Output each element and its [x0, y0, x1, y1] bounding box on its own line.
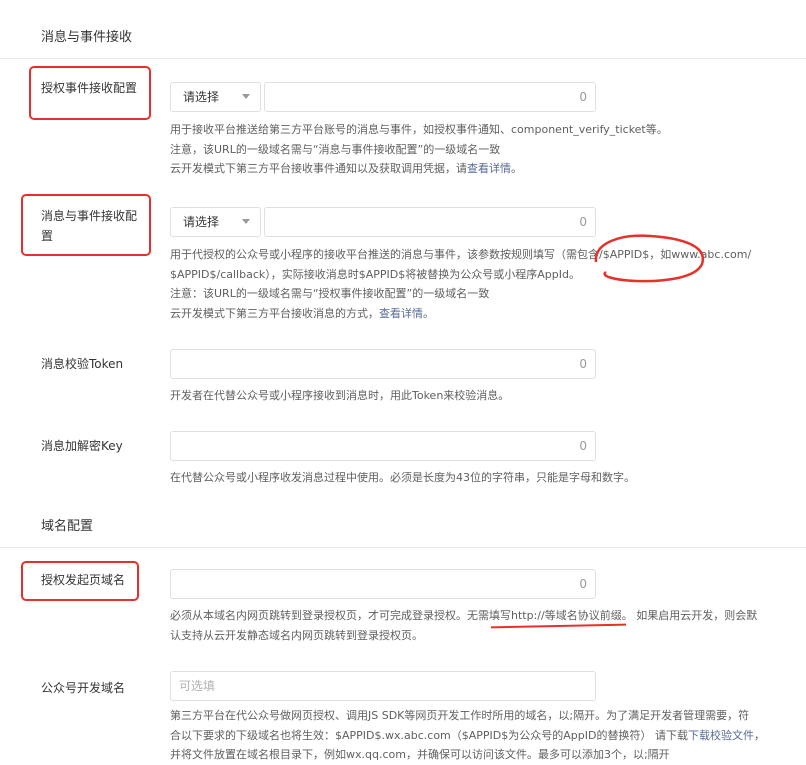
msg-event-protocol-select[interactable]: 请选择 — [170, 207, 261, 237]
view-details-link[interactable]: 查看详情 — [379, 307, 423, 320]
auth-event-help: 用于接收平台推送给第三方平台账号的消息与事件，如授权事件通知、component… — [170, 123, 668, 175]
mp-domain-label: 公众号开发域名 — [41, 681, 126, 695]
token-label: 消息校验Token — [41, 357, 124, 371]
mp-domain-help: 第三方平台在代公众号做网页授权、调用JS SDK等网页开发工作时所用的域名，以;… — [170, 709, 765, 761]
chevron-down-icon — [242, 219, 250, 224]
annotation-circle-stroke — [594, 234, 705, 283]
no-protocol-note: 无需填写http://等域名协议前缀 — [467, 609, 622, 622]
section-divider — [0, 547, 806, 548]
mp-domain-placeholder: 可选填 — [179, 679, 216, 693]
auth-event-label: 授权事件接收配置 — [41, 81, 138, 95]
mp-domain-input[interactable]: 可选填 — [170, 671, 596, 701]
auth-domain-input[interactable]: 0 — [170, 569, 596, 599]
section-title-messages: 消息与事件接收 — [41, 30, 133, 45]
char-count: 0 — [579, 357, 587, 371]
msg-event-label: 消息与事件接收配置 — [41, 209, 138, 243]
char-count: 0 — [579, 439, 587, 453]
view-details-link[interactable]: 查看详情 — [467, 162, 511, 175]
auth-event-protocol-select[interactable]: 请选择 — [170, 82, 261, 112]
auth-domain-help: 必须从本域名内网页跳转到登录授权页，才可完成登录授权。无需填写http://等域… — [170, 609, 758, 642]
annotation-circle — [594, 234, 705, 283]
msg-event-url-input[interactable]: 0 — [264, 207, 596, 237]
auth-event-url-input[interactable]: 0 — [264, 82, 596, 112]
char-count: 0 — [579, 577, 587, 591]
token-help: 开发者在代替公众号或小程序接收到消息时，用此Token来校验消息。 — [170, 389, 510, 402]
download-verify-file-link[interactable]: 下载校验文件 — [688, 729, 754, 742]
auth-domain-label: 授权发起页域名 — [41, 573, 126, 587]
section-title-domain: 域名配置 — [41, 519, 94, 534]
token-input[interactable]: 0 — [170, 349, 596, 379]
chevron-down-icon — [242, 94, 250, 99]
aes-key-input[interactable]: 0 — [170, 431, 596, 461]
char-count: 0 — [579, 90, 587, 104]
section-divider — [0, 58, 806, 59]
aes-key-help: 在代替公众号或小程序收发消息过程中使用。必须是长度为43位的字符串，只能是字母和… — [170, 471, 635, 484]
aes-key-label: 消息加解密Key — [41, 439, 123, 453]
